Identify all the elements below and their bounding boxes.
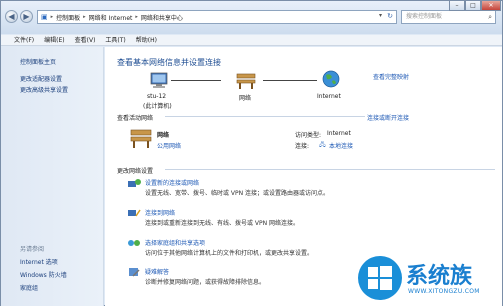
sidebar-home-link[interactable]: 控制面板主页 — [20, 57, 56, 66]
map-link-line — [263, 80, 317, 81]
watermark-logo: 系统族 WWW.XITONGZU.COM — [354, 252, 502, 306]
task-homegroup-desc: 访问位于其他网络计算机上的文件和打印机，或更改共享设置。 — [145, 250, 314, 257]
network-bench-icon[interactable] — [129, 127, 153, 149]
title-bar: ◀ ▶ ▣ ▸ 控制面板 ▸ 网络和 Internet ▸ 网络和共享中心 ▾ … — [1, 1, 502, 34]
map-computer-name: stu-12 — [147, 93, 167, 100]
access-type-value: Internet — [327, 130, 351, 137]
network-name: 网络 — [157, 132, 170, 139]
troubleshoot-icon — [129, 268, 140, 277]
task-connect-network[interactable]: 连接到网络 — [145, 208, 175, 217]
sidebar-item-sharing[interactable]: 更改高级共享设置 — [20, 85, 68, 94]
map-internet-label: Internet — [317, 93, 341, 100]
sidebar-item-adapter[interactable]: 更改适配器设置 — [20, 74, 62, 83]
breadcrumb-chevron-icon: ▸ — [135, 14, 138, 20]
maximize-button[interactable]: □ — [465, 1, 481, 11]
search-placeholder: 搜索控制面板 — [406, 13, 443, 20]
sidebar-see-also: 另请参阅 — [20, 246, 45, 253]
connect-network-icon — [128, 209, 141, 217]
search-input[interactable]: 搜索控制面板 ⌕ — [401, 10, 496, 24]
access-type-label: 访问类型: — [295, 132, 322, 139]
control-panel-icon: ▣ — [41, 13, 48, 21]
task-troubleshoot[interactable]: 疑难解答 — [145, 267, 169, 276]
watermark-brand: 系统族 — [406, 264, 473, 289]
network-type-link[interactable]: 公用网络 — [157, 141, 181, 150]
minimize-button[interactable]: – — [449, 1, 465, 11]
active-networks-header: 查看活动网络 — [117, 115, 154, 122]
menu-help[interactable]: 帮助(H) — [131, 35, 162, 45]
address-bar[interactable]: ▣ ▸ 控制面板 ▸ 网络和 Internet ▸ 网络和共享中心 ▾ ↻ — [37, 10, 397, 24]
computer-icon — [150, 72, 168, 88]
breadcrumb-chevron-icon: ▸ — [83, 14, 86, 20]
sidebar: 控制面板主页 更改适配器设置 更改高级共享设置 另请参阅 Internet 选项… — [1, 47, 104, 306]
forward-button[interactable]: ▶ — [20, 10, 33, 23]
address-dropdown-icon[interactable]: ▾ — [379, 12, 382, 19]
connection-label: 连接: — [295, 143, 310, 150]
task-new-connection-desc: 设置无线、宽带、拨号、临时或 VPN 连接；或设置路由器或访问点。 — [145, 190, 330, 197]
sidebar-item-firewall[interactable]: Windows 防火墙 — [20, 270, 67, 279]
breadcrumb-control-panel[interactable]: 控制面板 — [56, 13, 80, 22]
breadcrumb-network-internet[interactable]: 网络和 Internet — [89, 13, 133, 22]
task-homegroup[interactable]: 选择家庭组和共享选项 — [145, 238, 205, 247]
back-button[interactable]: ◀ — [5, 10, 18, 23]
section-divider — [165, 169, 495, 170]
homegroup-icon — [128, 240, 140, 246]
refresh-icon[interactable]: ↻ — [387, 12, 393, 20]
search-icon[interactable]: ⌕ — [488, 11, 492, 23]
menu-file[interactable]: 文件(F) — [9, 35, 39, 45]
bench-icon — [236, 73, 256, 89]
full-map-link[interactable]: 查看完整映射 — [373, 72, 409, 81]
ethernet-icon: 🖧 — [319, 141, 326, 148]
close-button[interactable]: ✕ — [481, 1, 501, 11]
page-title: 查看基本网络信息并设置连接 — [117, 58, 221, 67]
sidebar-item-internet-options[interactable]: Internet 选项 — [20, 257, 58, 266]
breadcrumb-chevron-icon: ▸ — [50, 14, 54, 20]
globe-icon — [322, 70, 340, 88]
menu-tools[interactable]: 工具(T) — [100, 35, 130, 45]
change-settings-header: 更改网络设置 — [117, 168, 154, 175]
sidebar-item-homegroup[interactable]: 家庭组 — [20, 283, 38, 292]
menu-bar: 文件(F) 编辑(E) 查看(V) 工具(T) 帮助(H) — [1, 35, 502, 46]
connect-disconnect-link[interactable]: 连接或断开连接 — [367, 113, 409, 122]
breadcrumb-network-center[interactable]: 网络和共享中心 — [141, 13, 183, 22]
task-connect-network-desc: 连接到或重新连接到无线、有线、拨号或 VPN 网络连接。 — [145, 220, 300, 227]
task-troubleshoot-desc: 诊断并修复网络问题，或获得故障排除信息。 — [145, 279, 266, 286]
map-computer-sub: (此计算机) — [143, 103, 172, 110]
task-new-connection[interactable]: 设置新的连接或网络 — [145, 178, 199, 187]
menu-edit[interactable]: 编辑(E) — [39, 35, 69, 45]
local-connection-link[interactable]: 本地连接 — [329, 141, 353, 150]
watermark-url: WWW.XITONGZU.COM — [408, 288, 480, 295]
menu-view[interactable]: 查看(V) — [70, 35, 101, 45]
section-divider — [165, 116, 365, 117]
map-link-line — [171, 80, 221, 81]
new-connection-icon — [128, 179, 141, 187]
map-network-label: 网络 — [239, 95, 252, 102]
